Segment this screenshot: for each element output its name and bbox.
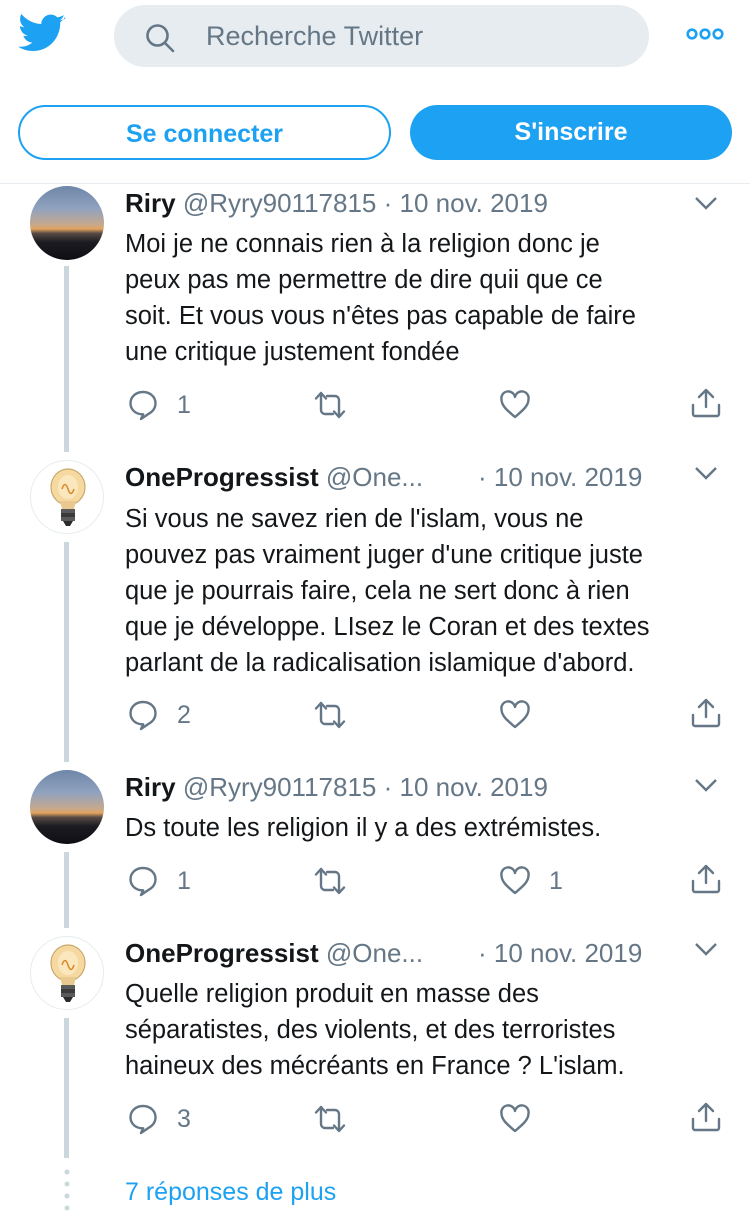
- reply-count: 1: [177, 867, 191, 895]
- login-button[interactable]: Se connecter: [18, 105, 391, 160]
- author-name[interactable]: Riry: [125, 772, 176, 802]
- avatar[interactable]: [30, 460, 104, 534]
- more-replies-link[interactable]: 7 réponses de plus: [125, 1175, 336, 1209]
- like-icon[interactable]: [499, 865, 531, 897]
- signup-button[interactable]: S'inscrire: [410, 105, 732, 160]
- tweet-date[interactable]: · 10 nov. 2019: [478, 460, 642, 494]
- more-dots-icon[interactable]: [686, 24, 724, 44]
- chevron-down-icon[interactable]: [694, 941, 718, 957]
- twitter-bird-icon[interactable]: [18, 14, 66, 54]
- tweet-text: Quelle religion produit en masse des sép…: [125, 980, 625, 1080]
- author-handle[interactable]: @Ryry90117815: [183, 188, 377, 218]
- author-name[interactable]: OneProgressist: [125, 938, 319, 968]
- tweet-header: OneProgressist @One...: [125, 460, 423, 494]
- retweet-icon[interactable]: [314, 389, 346, 421]
- author-handle[interactable]: @Ryry90117815: [183, 772, 377, 802]
- reply-count: 1: [177, 391, 191, 419]
- author-name[interactable]: Riry: [125, 188, 176, 218]
- thread-line: [64, 542, 69, 762]
- reply-count: 3: [177, 1105, 191, 1133]
- share-icon[interactable]: [690, 387, 722, 419]
- retweet-icon[interactable]: [314, 699, 346, 731]
- tweet-date[interactable]: · 10 nov. 2019: [478, 936, 642, 970]
- reply-icon[interactable]: [127, 389, 159, 421]
- author-handle[interactable]: @One...: [326, 938, 423, 968]
- tweet-date[interactable]: · 10 nov. 2019: [384, 772, 548, 802]
- like-icon[interactable]: [499, 699, 531, 731]
- search-bar[interactable]: [114, 5, 649, 67]
- retweet-icon[interactable]: [314, 1103, 346, 1135]
- tweet-text: Moi je ne connais rien à la religion don…: [125, 230, 636, 366]
- thread-line: [64, 266, 69, 452]
- reply-icon[interactable]: [127, 699, 159, 731]
- tweet-header: Riry @Ryry90117815 · 10 nov. 2019: [125, 186, 548, 220]
- search-icon: [146, 24, 175, 53]
- reply-icon[interactable]: [127, 1103, 159, 1135]
- search-input[interactable]: [206, 5, 626, 67]
- chevron-down-icon[interactable]: [694, 195, 718, 211]
- top-header: Se connecter S'inscrire: [0, 0, 750, 184]
- reply-icon[interactable]: [127, 865, 159, 897]
- thread-dots: [64, 1169, 70, 1211]
- tweet-text: Ds toute les religion il y a des extrémi…: [125, 814, 602, 842]
- avatar[interactable]: [30, 770, 104, 844]
- share-icon[interactable]: [690, 1101, 722, 1133]
- tweet-header: OneProgressist @One...: [125, 936, 423, 970]
- share-icon[interactable]: [690, 697, 722, 729]
- tweet-date[interactable]: · 10 nov. 2019: [384, 188, 548, 218]
- light-bulb-icon: [50, 468, 86, 526]
- author-handle[interactable]: @One...: [326, 462, 423, 492]
- retweet-icon[interactable]: [314, 865, 346, 897]
- reply-count: 2: [177, 701, 191, 729]
- tweet-text: Si vous ne savez rien de l'islam, vous n…: [125, 505, 650, 677]
- thread-line: [64, 852, 69, 928]
- tweet-header: Riry @Ryry90117815 · 10 nov. 2019: [125, 770, 548, 804]
- like-icon[interactable]: [499, 1103, 531, 1135]
- share-icon[interactable]: [690, 863, 722, 895]
- thread-line: [64, 1018, 69, 1158]
- chevron-down-icon[interactable]: [694, 777, 718, 793]
- chevron-down-icon[interactable]: [694, 465, 718, 481]
- light-bulb-icon: [50, 944, 86, 1002]
- author-name[interactable]: OneProgressist: [125, 462, 319, 492]
- avatar[interactable]: [30, 936, 104, 1010]
- avatar[interactable]: [30, 186, 104, 260]
- like-count: 1: [549, 867, 563, 895]
- like-icon[interactable]: [499, 389, 531, 421]
